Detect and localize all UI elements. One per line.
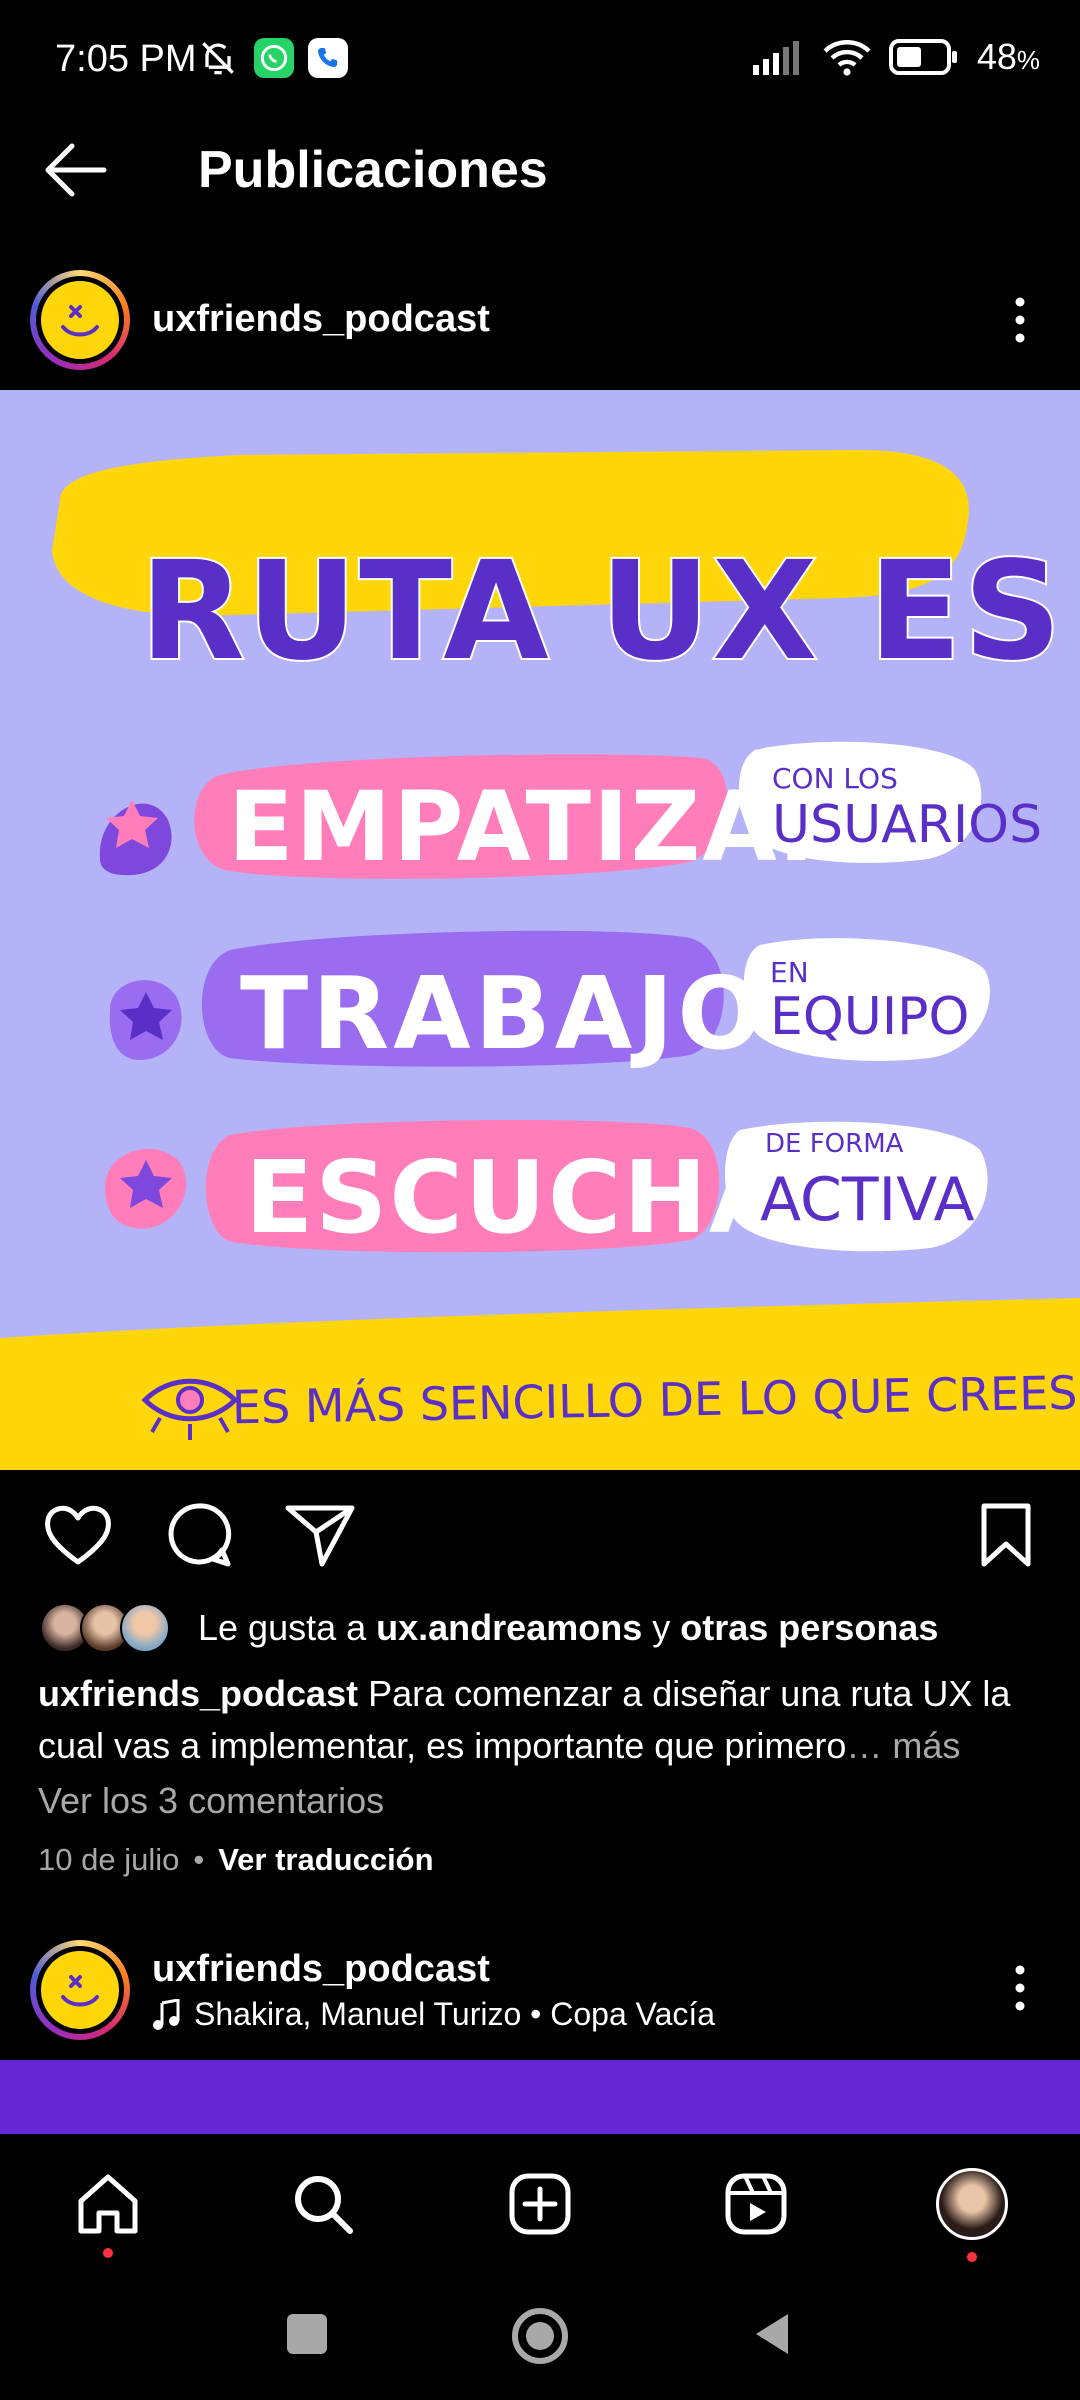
nav-home[interactable]	[68, 2164, 148, 2258]
music-info[interactable]: Shakira, Manuel Turizo • Copa Vacía	[152, 1996, 715, 2033]
whatsapp-icon	[254, 38, 294, 78]
plus-square-icon	[509, 2173, 571, 2235]
reels-icon	[725, 2173, 787, 2235]
liker-avatars	[40, 1600, 190, 1656]
paper-plane-icon	[285, 1505, 355, 1567]
post-caption: uxfriends_podcast Para comenzar a diseña…	[38, 1668, 1048, 1772]
likes-text: Le gusta a ux.andreamons y otras persona…	[198, 1607, 939, 1648]
home-icon	[78, 2174, 138, 2234]
home-system-button[interactable]	[512, 2308, 568, 2364]
post-username[interactable]: uxfriends_podcast	[152, 1948, 490, 1991]
status-time: 7:05 PM	[55, 38, 197, 80]
avatar[interactable]	[30, 270, 130, 370]
next-post-header: uxfriends_podcast Shakira, Manuel Turizo…	[0, 1930, 1080, 2050]
header: Publicaciones	[0, 120, 1080, 220]
signal-icon	[752, 41, 799, 75]
note-big-3: ACTIVA	[760, 1165, 974, 1235]
more-options-button[interactable]	[1000, 290, 1040, 350]
recents-button[interactable]	[287, 2314, 327, 2354]
likes-row[interactable]: Le gusta a ux.andreamons y otras persona…	[40, 1600, 1060, 1656]
system-navigation-bar	[0, 2274, 1080, 2400]
note-small-1: CON LOS	[772, 762, 898, 795]
nav-profile[interactable]	[932, 2164, 1012, 2262]
heart-icon	[45, 1505, 111, 1565]
post-meta: 10 de julio • Ver traducción	[38, 1842, 434, 1878]
notification-dot	[103, 2248, 113, 2258]
notification-dot	[967, 2252, 977, 2262]
battery-percentage: 48%	[976, 36, 1040, 77]
save-button[interactable]	[968, 1500, 1044, 1570]
note-small-3: DE FORMA	[765, 1129, 904, 1159]
back-system-button[interactable]	[752, 2310, 792, 2358]
post-date: 10 de julio	[38, 1842, 180, 1877]
more-vertical-icon	[1015, 297, 1025, 343]
comment-button[interactable]	[160, 1500, 236, 1570]
wifi-icon	[823, 40, 871, 76]
muted-bell-icon	[202, 42, 234, 75]
next-post-image-preview[interactable]	[0, 2060, 1080, 2134]
post-actions	[0, 1490, 1080, 1580]
more-vertical-icon	[1015, 1965, 1025, 2011]
translate-link[interactable]: Ver traducción	[218, 1842, 433, 1878]
status-bar: 7:05 PM 48%	[0, 0, 1080, 120]
phone-app-icon	[308, 38, 348, 78]
caption-username[interactable]: uxfriends_podcast	[38, 1673, 358, 1714]
note-big-1: USUARIOS	[772, 795, 1042, 855]
smiley-logo-icon	[61, 1975, 99, 2007]
like-button[interactable]	[40, 1500, 116, 1570]
word-trabajo: TRABAJO	[240, 955, 766, 1072]
arrow-left-icon	[45, 143, 107, 197]
likes-others[interactable]: otras personas	[680, 1607, 938, 1648]
music-note-icon	[153, 1998, 180, 2030]
page-title: Publicaciones	[198, 141, 548, 199]
note-big-2: EQUIPO	[770, 987, 969, 1047]
profile-avatar	[936, 2168, 1008, 2240]
post-header: uxfriends_podcast	[0, 260, 1080, 380]
smiley-logo-icon	[61, 305, 99, 337]
post-image[interactable]: RUTA UX ES EMPATIZAR CON LOS USUARIOS TR…	[0, 390, 1080, 1470]
post-username[interactable]: uxfriends_podcast	[152, 298, 490, 341]
nav-reels[interactable]	[716, 2164, 796, 2244]
caption-more-link[interactable]: … más	[846, 1725, 960, 1766]
image-title: RUTA UX ES	[140, 533, 1063, 691]
bottom-navigation	[0, 2134, 1080, 2274]
share-button[interactable]	[282, 1500, 358, 1570]
view-comments-link[interactable]: Ver los 3 comentarios	[38, 1780, 384, 1822]
bookmark-icon	[981, 1503, 1031, 1567]
nav-create[interactable]	[500, 2164, 580, 2244]
avatar[interactable]	[30, 1940, 130, 2040]
battery-icon	[888, 39, 957, 75]
comment-icon	[168, 1503, 232, 1567]
music-label: Shakira, Manuel Turizo • Copa Vacía	[194, 1996, 716, 2032]
nav-search[interactable]	[283, 2164, 363, 2244]
liker-username[interactable]: ux.andreamons	[376, 1607, 642, 1648]
back-button[interactable]	[40, 138, 112, 202]
note-small-2: EN	[770, 956, 809, 989]
meta-separator: •	[193, 1842, 205, 1877]
search-icon	[295, 2176, 353, 2234]
more-options-button[interactable]	[1000, 1958, 1040, 2018]
avatar	[120, 1603, 170, 1653]
